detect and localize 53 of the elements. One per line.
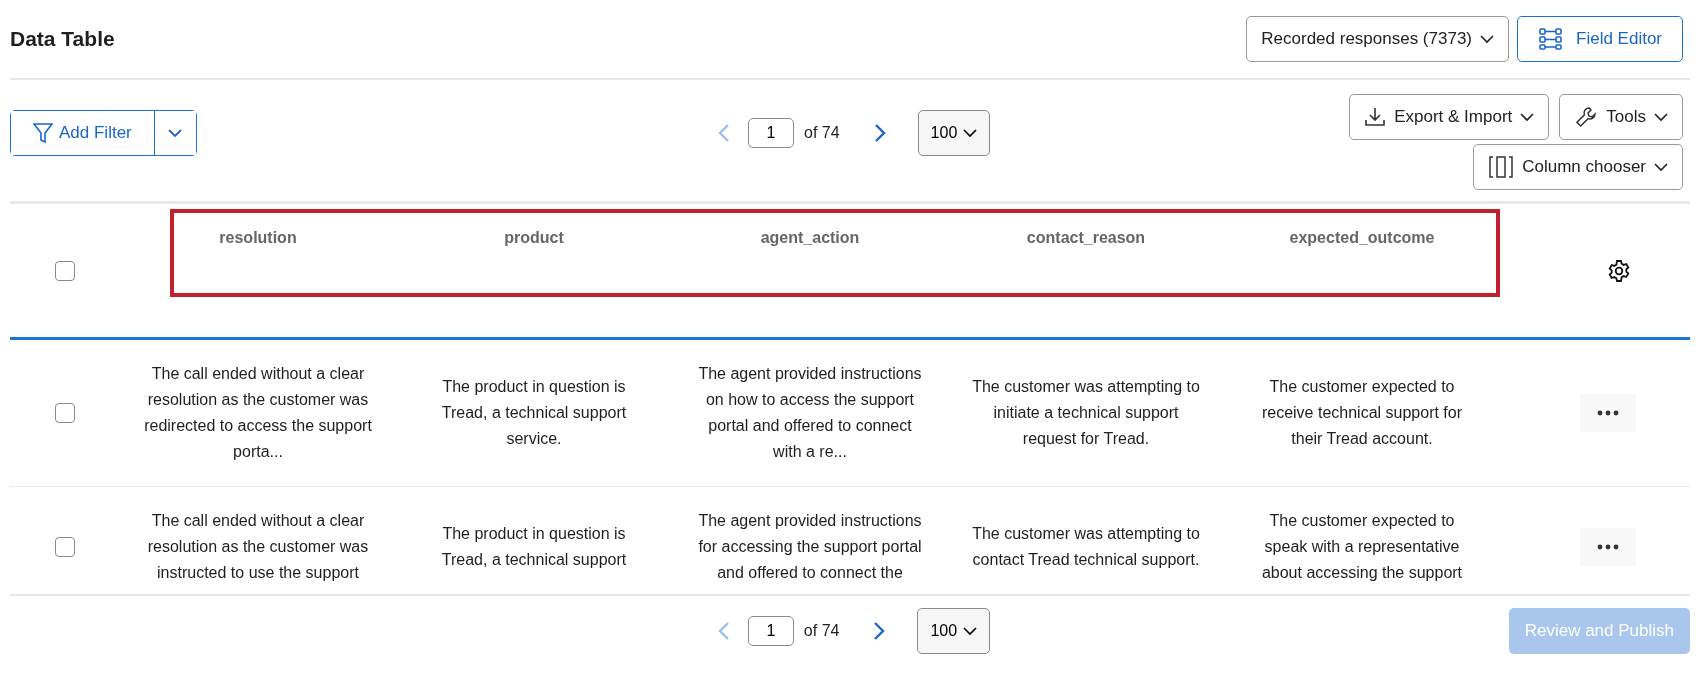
filter-options-button[interactable] — [153, 111, 196, 155]
column-header[interactable]: expected_outcome — [1289, 229, 1435, 246]
page-title: Data Table — [10, 26, 115, 53]
add-filter-control[interactable]: Add Filter — [10, 110, 197, 156]
chevron-down-icon — [1480, 34, 1494, 44]
field-editor-icon — [1538, 27, 1564, 51]
chevron-right-icon — [873, 123, 886, 143]
filter-icon — [33, 122, 53, 144]
table-cell-text: The customer was attempting to initiate a technical support request for Tread. — [972, 377, 1200, 449]
chevron-down-icon — [963, 128, 978, 138]
page-count: of 74 — [803, 621, 840, 641]
columns-icon — [1488, 155, 1515, 179]
row-checkbox[interactable] — [55, 536, 75, 557]
rows-per-page-select[interactable]: 100 — [917, 608, 991, 654]
column-header[interactable]: product — [504, 229, 564, 246]
chevron-right-icon — [873, 621, 886, 641]
page-number-field[interactable]: 1 — [747, 616, 794, 646]
table-cell-text: The call ended without a clear resolution as the customer was instructed to use the support — [146, 510, 370, 583]
table-cell-text: The agent provided instructions for accessing the support portal and offered to connect the — [697, 510, 923, 583]
chevron-down-icon — [1654, 162, 1668, 172]
column-chooser-button[interactable]: Column chooser — [1473, 144, 1683, 190]
column-header[interactable]: resolution — [219, 229, 297, 246]
row-menu-button[interactable] — [1580, 527, 1636, 566]
row-checkbox[interactable] — [55, 403, 75, 423]
table-cell-text: The customer was attempting to contact Tread technical support. — [972, 523, 1200, 570]
export-import-button[interactable]: Export & Import — [1349, 94, 1550, 140]
chevron-down-icon — [1654, 112, 1668, 122]
download-icon — [1364, 106, 1387, 128]
column-header[interactable]: agent_action — [760, 229, 860, 246]
page-count: of 74 — [804, 123, 840, 143]
table-cell-text: The product in question is Tread, a technical support — [440, 523, 628, 570]
chevron-down-icon — [168, 128, 183, 138]
settings-icon[interactable] — [1607, 258, 1631, 283]
table-cell-text: The customer expected to receive technical support for their Tread account. — [1260, 377, 1464, 449]
tools-button[interactable]: Tools — [1559, 94, 1683, 140]
chevron-left-icon — [718, 123, 730, 143]
more-icon — [1597, 410, 1619, 416]
wrench-icon — [1574, 105, 1599, 129]
chevron-down-icon — [963, 626, 978, 636]
field-editor-button[interactable]: Field Editor — [1517, 16, 1683, 62]
table-cell-text: The customer expected to speak with a representative about accessing the support — [1260, 510, 1464, 583]
row-menu-button[interactable] — [1580, 394, 1636, 432]
select-all-checkbox[interactable] — [55, 260, 75, 281]
more-icon — [1597, 543, 1619, 550]
table-cell-text: The agent provided instructions on how to access the support portal and offered to connect with a re... — [697, 364, 923, 462]
chevron-left-icon — [717, 621, 730, 641]
page-number-field[interactable]: 1 — [748, 118, 794, 148]
responses-dropdown[interactable]: Recorded responses (7373) — [1246, 16, 1509, 62]
table-cell-text: The call ended without a clear resolution as the customer was redirected to access the support porta... — [144, 364, 372, 462]
column-header[interactable]: contact_reason — [1026, 229, 1146, 246]
chevron-down-icon — [1520, 112, 1535, 122]
table-cell-text: The product in question is Tread, a technical support service. — [440, 377, 628, 449]
rows-per-page-select[interactable]: 100 — [917, 110, 991, 156]
